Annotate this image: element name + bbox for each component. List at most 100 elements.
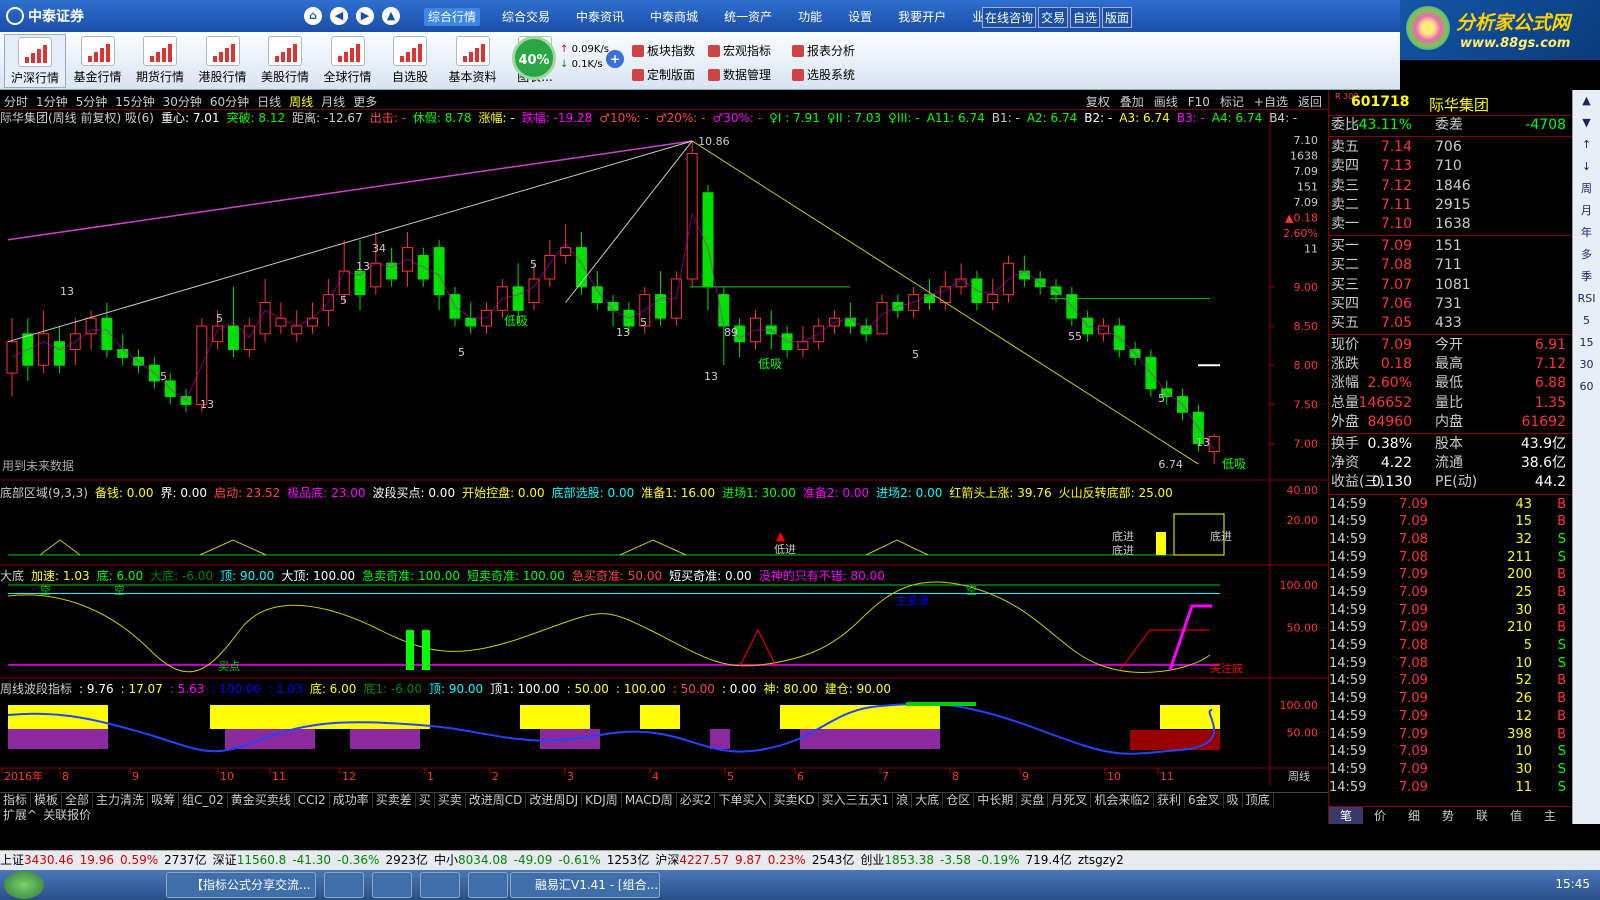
index-quote[interactable]: 中小8034.08 -49.09 -0.61% 1253亿 <box>434 851 649 870</box>
start-button[interactable] <box>4 871 44 899</box>
toolbar-button[interactable]: 港股行情 <box>192 34 254 85</box>
menu-item[interactable]: 中泰资讯 <box>572 8 628 26</box>
sidebar-button[interactable]: ▲ <box>1573 90 1600 112</box>
trade-button[interactable]: 在线咨询 <box>982 7 1037 28</box>
chart-area[interactable]: 9.00 8.50 8.00 7.50 7.00 7.10 1638 7.09 151 7.09 ▲… <box>0 110 1328 786</box>
link-sector-index[interactable]: 板块指数 <box>632 42 695 59</box>
quote-tab[interactable]: 联 <box>1465 807 1499 824</box>
indicator-tab[interactable]: 模板 <box>31 793 63 808</box>
period-tab[interactable]: 30分钟 <box>163 95 202 109</box>
indicator-tab[interactable]: 月死叉 <box>1048 793 1092 808</box>
period-tab[interactable]: 更多 <box>353 95 377 109</box>
sidebar-button[interactable]: RSI <box>1573 288 1600 310</box>
toolbar-button[interactable]: 沪深行情 <box>4 34 66 88</box>
trade-button[interactable]: 交易 <box>1038 7 1069 28</box>
menu-item[interactable]: 综合交易 <box>498 8 554 26</box>
toolbar-button[interactable]: 自选股 <box>379 34 441 85</box>
indicator-tab[interactable]: 吸筹 <box>148 793 180 808</box>
trade-button[interactable]: 版面 <box>1102 7 1133 28</box>
indicator-tab[interactable]: 浪 <box>893 793 913 808</box>
period-tab[interactable]: 分时 <box>4 95 28 109</box>
sidebar-button[interactable]: 多 <box>1573 244 1600 266</box>
indicator-tab[interactable]: 买卖差 <box>373 793 416 808</box>
extended-tab[interactable]: 关联报价 <box>40 808 94 823</box>
toolbar-button[interactable]: 基本资料 <box>442 34 504 85</box>
indicator-tab[interactable]: 主力清洗 <box>93 793 149 808</box>
sidebar-button[interactable]: 5 <box>1573 310 1600 332</box>
quote-tab[interactable]: 值 <box>1499 807 1533 824</box>
quote-tab[interactable]: 势 <box>1431 807 1465 824</box>
task-item-active[interactable]: 融易汇V1.41 - [组合... <box>510 872 660 898</box>
sidebar-button[interactable]: 30 <box>1573 354 1600 376</box>
indicator-tab[interactable]: KDJ周 <box>582 793 622 808</box>
indicator-tab[interactable]: 指标 <box>0 793 32 808</box>
sidebar-button[interactable]: ↓ <box>1573 156 1600 178</box>
index-quote[interactable]: 沪深4227.57 9.87 0.23% 2543亿 <box>655 851 854 870</box>
menu-item[interactable]: 设置 <box>844 8 876 26</box>
indicator-tab[interactable]: 机会来临2 <box>1091 793 1154 808</box>
add-icon[interactable]: + <box>606 50 624 68</box>
sidebar-button[interactable]: 季 <box>1573 266 1600 288</box>
indicator-tab[interactable]: 获利 <box>1154 793 1185 808</box>
chart-tool[interactable]: 画线 <box>1154 95 1178 109</box>
index-quote[interactable]: 上证3430.46 19.96 0.59% 2737亿 <box>0 851 207 870</box>
quote-tab[interactable]: 主 <box>1533 807 1567 824</box>
task-media-icon[interactable] <box>420 872 460 898</box>
indicator-tab[interactable]: 黄金买卖线 <box>228 793 295 808</box>
period-tab[interactable]: 周线 <box>289 95 313 109</box>
home-icon[interactable]: ⌂ <box>304 7 322 25</box>
ad-banner[interactable]: 分析家公式网 www.88gs.com <box>1400 0 1600 60</box>
menu-item[interactable]: 我要开户 <box>894 8 950 26</box>
link-stock-picker[interactable]: 选股系统 <box>792 66 855 83</box>
link-report[interactable]: 报表分析 <box>792 42 855 59</box>
quote-tab[interactable]: 细 <box>1397 807 1431 824</box>
chart-tool[interactable]: 复权 <box>1086 95 1110 109</box>
period-tab[interactable]: 15分钟 <box>115 95 154 109</box>
sidebar-button[interactable]: 年 <box>1573 222 1600 244</box>
indicator-tab[interactable]: 顶底 <box>1243 793 1274 808</box>
chart-tool[interactable]: 标记 <box>1220 95 1244 109</box>
indicator-tab[interactable]: MACD周 <box>622 793 677 808</box>
period-tab[interactable]: 日线 <box>257 95 281 109</box>
up-icon[interactable]: ▲ <box>382 7 400 25</box>
menu-item[interactable]: 中泰商城 <box>646 8 702 26</box>
indicator-tab[interactable]: 必买2 <box>677 793 716 808</box>
indicator-tab[interactable]: 成功率 <box>330 793 373 808</box>
link-macro[interactable]: 宏观指标 <box>708 42 771 59</box>
menu-item[interactable]: 统一资产 <box>720 8 776 26</box>
indicator-tab[interactable]: 大底 <box>912 793 944 808</box>
link-data-manage[interactable]: 数据管理 <box>708 66 771 83</box>
indicator-tab[interactable]: 6金叉 <box>1185 793 1224 808</box>
indicator-tab[interactable]: 买卖KD <box>770 793 819 808</box>
back-icon[interactable]: ◀ <box>330 7 348 25</box>
chart-tool[interactable]: 返回 <box>1298 95 1322 109</box>
sidebar-button[interactable]: 60 <box>1573 376 1600 398</box>
toolbar-button[interactable]: 美股行情 <box>254 34 316 85</box>
trade-button[interactable]: 自选 <box>1070 7 1101 28</box>
chart-tool[interactable]: +自选 <box>1254 95 1288 109</box>
indicator-tab[interactable]: 买入三五天1 <box>819 793 894 808</box>
task-ie-icon[interactable] <box>324 872 364 898</box>
quote-tab[interactable]: 价 <box>1363 807 1397 824</box>
index-quote[interactable]: 深证11560.8 -41.30 -0.36% 2923亿 <box>213 851 428 870</box>
indicator-tab[interactable]: 买 <box>416 793 435 808</box>
toolbar-button[interactable]: 基金行情 <box>67 34 129 85</box>
index-quote[interactable]: 创业1853.38 -3.58 -0.19% 719.4亿 <box>860 851 1072 870</box>
task-folder-icon[interactable] <box>372 872 412 898</box>
chart-tool[interactable]: F10 <box>1188 95 1210 109</box>
chart-tool[interactable]: 叠加 <box>1120 95 1144 109</box>
toolbar-button[interactable]: 期货行情 <box>129 34 191 85</box>
extended-tab[interactable]: 扩展^ <box>0 808 40 823</box>
indicator-tab[interactable]: 仓区 <box>943 793 975 808</box>
indicator-tab[interactable]: 改进周DJ <box>526 793 583 808</box>
task-item[interactable]: 【指标公式分享交流... <box>166 872 316 898</box>
sidebar-button[interactable]: 月 <box>1573 200 1600 222</box>
indicator-tab[interactable]: 中长期 <box>974 793 1018 808</box>
sidebar-button[interactable]: ▼ <box>1573 112 1600 134</box>
indicator-tab[interactable]: 全部 <box>62 793 94 808</box>
period-tab[interactable]: 1分钟 <box>36 95 68 109</box>
menu-item[interactable]: 综合行情 <box>424 8 481 26</box>
sidebar-button[interactable]: ↑ <box>1573 134 1600 156</box>
period-tab[interactable]: 月线 <box>321 95 345 109</box>
sidebar-button[interactable]: 15 <box>1573 332 1600 354</box>
